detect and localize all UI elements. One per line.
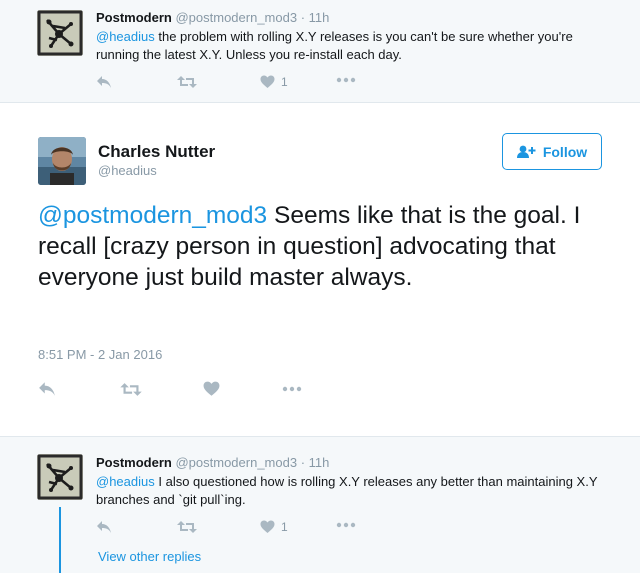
add-user-icon xyxy=(516,145,536,158)
parent-tweet[interactable]: Postmodern @postmodern_mod3 · 11h @headi… xyxy=(0,0,640,103)
postmodern-avatar[interactable] xyxy=(37,10,83,56)
mention-link[interactable]: @headius xyxy=(96,474,155,489)
separator: · xyxy=(300,10,306,25)
author-handle[interactable]: @headius xyxy=(98,163,157,178)
author-name[interactable]: Charles Nutter xyxy=(98,142,215,162)
reply-icon xyxy=(97,76,111,88)
reply-button[interactable] xyxy=(38,381,56,397)
retweet-icon xyxy=(120,383,142,396)
view-other-replies-link[interactable]: View other replies xyxy=(98,549,201,564)
follow-button[interactable]: Follow xyxy=(502,133,602,170)
tweet-time[interactable]: 11h xyxy=(309,10,330,25)
more-button[interactable] xyxy=(336,522,356,528)
tweet-time[interactable]: 11h xyxy=(309,455,330,470)
tweet-header: Postmodern @postmodern_mod3 · 11h xyxy=(96,10,329,25)
tweet-timestamp[interactable]: 8:51 PM - 2 Jan 2016 xyxy=(38,347,162,362)
tweet-text: @headius I also questioned how is rollin… xyxy=(96,473,616,509)
more-button[interactable] xyxy=(336,77,356,83)
like-button[interactable]: 1 xyxy=(260,520,288,534)
more-icon xyxy=(336,77,356,83)
reply-icon xyxy=(39,382,55,396)
retweet-icon xyxy=(177,521,197,533)
focused-tweet: Charles Nutter @headius Follow @postmode… xyxy=(0,104,640,436)
more-icon xyxy=(336,522,356,528)
reply-button[interactable] xyxy=(96,75,112,89)
reply-tweet[interactable]: Postmodern @postmodern_mod3 · 11h @headi… xyxy=(0,436,640,573)
author-name[interactable]: Postmodern xyxy=(96,455,172,470)
heart-icon xyxy=(260,75,275,88)
heart-icon xyxy=(260,520,275,533)
like-count: 1 xyxy=(281,75,288,89)
retweet-button[interactable] xyxy=(120,382,142,397)
reply-button[interactable] xyxy=(96,520,112,534)
more-button[interactable] xyxy=(281,386,303,392)
author-name[interactable]: Postmodern xyxy=(96,10,172,25)
tweet-text: @headius the problem with rolling X.Y re… xyxy=(96,28,616,64)
tweet-text: @postmodern_mod3 Seems like that is the … xyxy=(38,200,608,293)
mention-link[interactable]: @headius xyxy=(96,29,155,44)
mention-link[interactable]: @postmodern_mod3 xyxy=(38,202,267,229)
tweet-header: Postmodern @postmodern_mod3 · 11h xyxy=(96,455,329,470)
like-button[interactable] xyxy=(203,381,220,397)
tweet-body: the problem with rolling X.Y releases is… xyxy=(96,29,573,62)
like-count: 1 xyxy=(281,520,288,534)
like-button[interactable]: 1 xyxy=(260,75,288,89)
retweet-button[interactable] xyxy=(177,520,197,534)
author-handle[interactable]: @postmodern_mod3 xyxy=(175,455,297,470)
retweet-icon xyxy=(177,76,197,88)
separator: · xyxy=(300,455,306,470)
author-handle[interactable]: @postmodern_mod3 xyxy=(175,10,297,25)
postmodern-avatar[interactable] xyxy=(37,454,83,500)
charles-nutter-avatar[interactable] xyxy=(38,137,86,185)
heart-icon xyxy=(203,381,220,396)
thread-line xyxy=(59,507,61,573)
more-icon xyxy=(282,386,302,392)
reply-icon xyxy=(97,521,111,533)
retweet-button[interactable] xyxy=(177,75,197,89)
tweet-body: I also questioned how is rolling X.Y rel… xyxy=(96,474,598,507)
follow-label: Follow xyxy=(542,143,588,160)
